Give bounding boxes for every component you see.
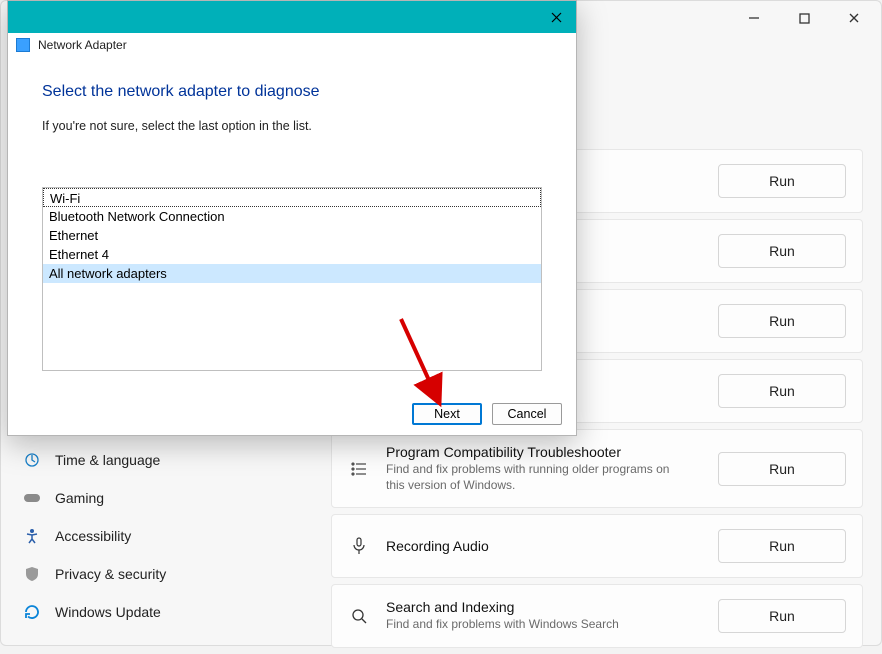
microphone-icon [348,535,370,557]
sidebar-item-label: Gaming [55,490,104,506]
run-button[interactable]: Run [718,234,846,268]
window-controls [741,1,881,35]
adapter-option-wifi[interactable]: Wi-Fi [43,188,541,207]
sidebar-item-gaming[interactable]: Gaming [11,479,291,517]
sidebar-item-label: Privacy & security [55,566,166,582]
card-desc: Find and fix problems with running older… [386,462,686,493]
card-title: Recording Audio [386,538,702,554]
card-desc: Find and fix problems with Windows Searc… [386,617,686,633]
update-icon [23,603,41,621]
dialog-heading: Select the network adapter to diagnose [42,83,542,101]
sidebar-item-accessibility[interactable]: Accessibility [11,517,291,555]
sidebar-item-time-language[interactable]: Time & language [11,441,291,479]
cancel-button[interactable]: Cancel [492,403,562,425]
run-button[interactable]: Run [718,164,846,198]
dialog-titlebar [8,1,576,33]
dialog-info-text: If you're not sure, select the last opti… [42,119,542,133]
card-title: Program Compatibility Troubleshooter [386,444,702,460]
troubleshooter-card-recording-audio: Recording Audio Run [331,514,863,578]
card-title: Search and Indexing [386,599,702,615]
minimize-button[interactable] [741,5,767,31]
dialog-subtitle-bar: Network Adapter [8,33,576,57]
sidebar: Time & language Gaming Accessibility Pri… [11,441,291,631]
run-button[interactable]: Run [718,452,846,486]
sidebar-item-label: Time & language [55,452,160,468]
maximize-button[interactable] [791,5,817,31]
adapter-option-ethernet4[interactable]: Ethernet 4 [43,245,541,264]
sidebar-item-privacy-security[interactable]: Privacy & security [11,555,291,593]
shield-icon [23,565,41,583]
sidebar-item-label: Windows Update [55,604,161,620]
run-button[interactable]: Run [718,304,846,338]
run-button[interactable]: Run [718,374,846,408]
adapter-listbox[interactable]: Wi-Fi Bluetooth Network Connection Ether… [42,187,542,371]
dialog-app-title: Network Adapter [38,38,127,52]
adapter-icon [16,38,30,52]
accessibility-icon [23,527,41,545]
adapter-option-all[interactable]: All network adapters [43,264,541,283]
troubleshooter-card-program-compatibility: Program Compatibility Troubleshooter Fin… [331,429,863,508]
sidebar-item-windows-update[interactable]: Windows Update [11,593,291,631]
adapter-option-bluetooth[interactable]: Bluetooth Network Connection [43,207,541,226]
troubleshooter-card-search: Search and Indexing Find and fix problem… [331,584,863,648]
network-adapter-dialog: Network Adapter Select the network adapt… [7,0,577,436]
next-button[interactable]: Next [412,403,482,425]
clock-globe-icon [23,451,41,469]
search-icon [348,605,370,627]
dialog-close-button[interactable] [546,7,566,27]
run-button[interactable]: Run [718,599,846,633]
sidebar-item-label: Accessibility [55,528,131,544]
gamepad-icon [23,489,41,507]
close-window-button[interactable] [841,5,867,31]
run-button[interactable]: Run [718,529,846,563]
adapter-option-ethernet[interactable]: Ethernet [43,226,541,245]
list-icon [348,458,370,480]
